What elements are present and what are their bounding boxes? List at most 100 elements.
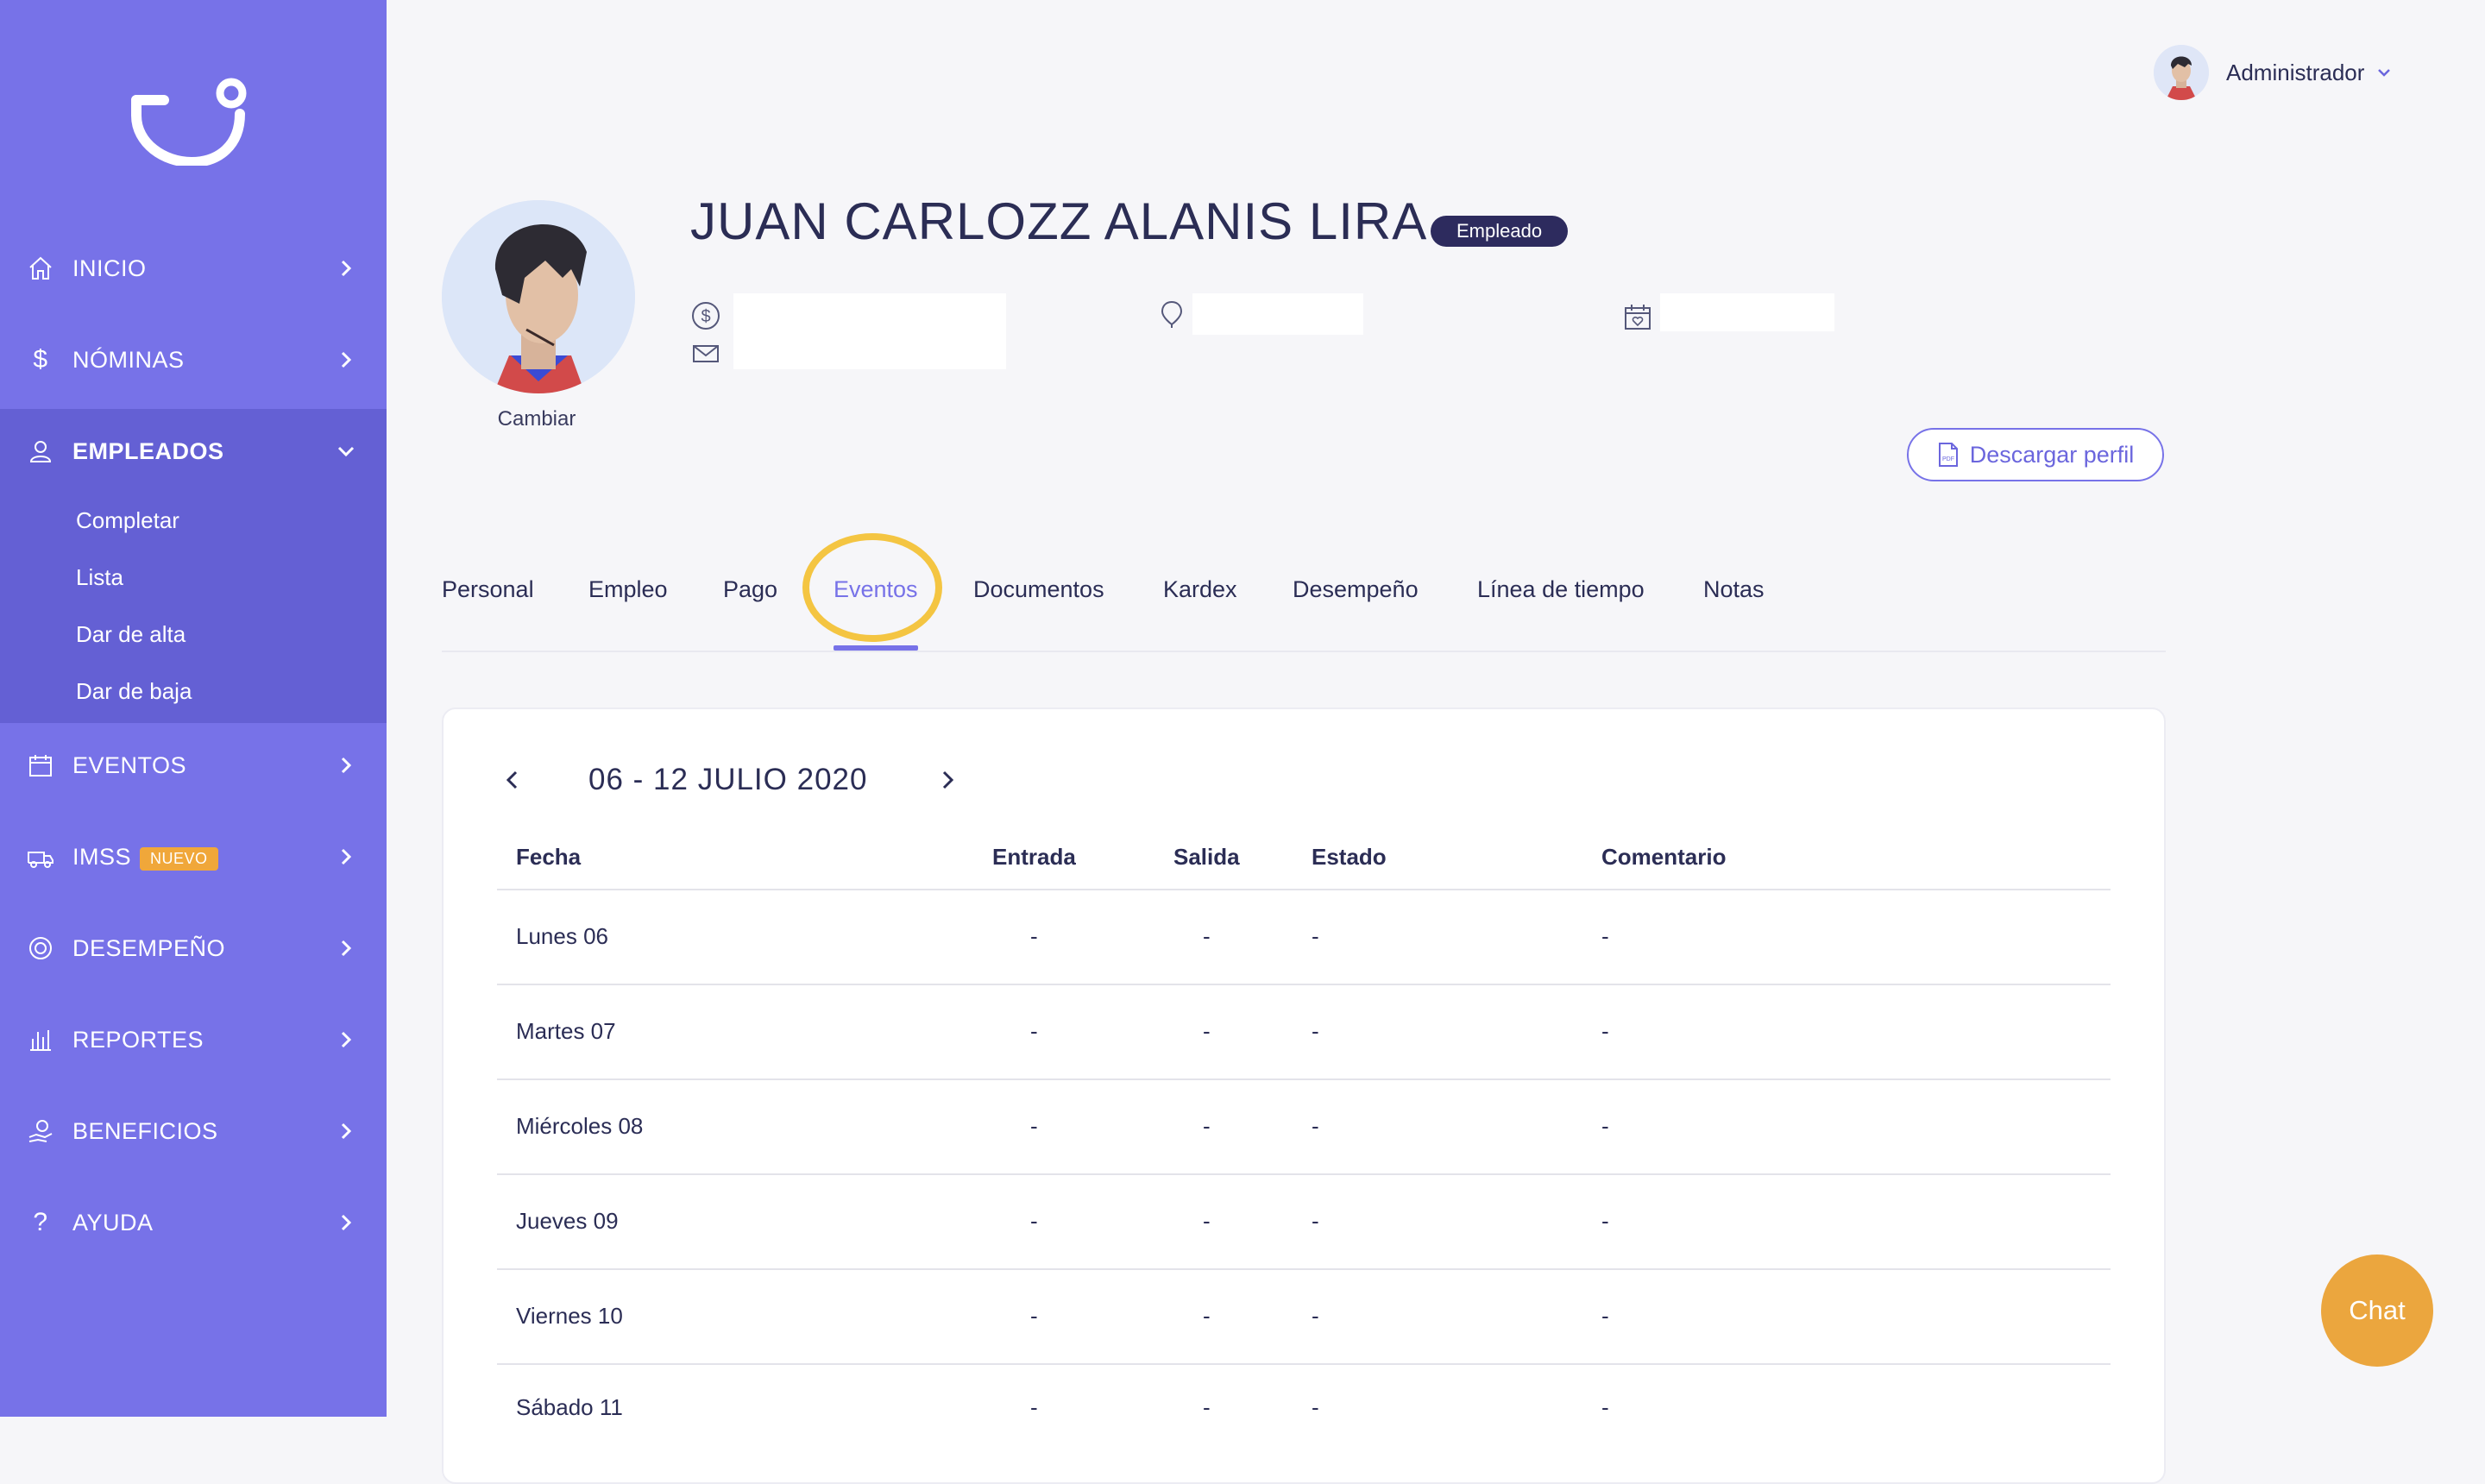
table-cell-salida: - <box>1203 1303 1211 1329</box>
sidebar-item-empleados[interactable]: EMPLEADOS <box>0 406 387 497</box>
table-cell-comentario: - <box>1601 1303 1609 1329</box>
week-range: 06 - 12 JULIO 2020 <box>588 763 868 796</box>
svg-text:$: $ <box>701 307 710 326</box>
table-cell-fecha: Martes 07 <box>516 1018 616 1044</box>
submenu-dar-de-baja[interactable]: Dar de baja <box>76 678 192 705</box>
user-menu[interactable]: Administrador <box>2154 43 2394 102</box>
chevron-right-icon <box>341 848 352 865</box>
dollar-icon: $ <box>33 345 48 374</box>
home-icon <box>26 254 55 283</box>
change-photo-link[interactable]: Cambiar <box>483 407 590 431</box>
submenu-completar[interactable]: Completar <box>76 507 179 534</box>
sidebar-item-desempeno[interactable]: DESEMPEÑO <box>0 902 387 994</box>
column-header-comentario: Comentario <box>1601 844 1727 870</box>
download-profile-button[interactable]: PDF Descargar perfil <box>1907 428 2164 481</box>
sidebar-item-label: EVENTOS <box>72 751 187 778</box>
header-divider <box>497 889 2111 890</box>
table-cell-salida: - <box>1203 1394 1211 1420</box>
sidebar-item-label: DESEMPEÑO <box>72 934 226 961</box>
tab-desempeno[interactable]: Desempeño <box>1293 576 1419 603</box>
sidebar-item-label: REPORTES <box>72 1026 204 1053</box>
sidebar-item-label: AYUDA <box>72 1209 154 1236</box>
sidebar-item-label: INICIO <box>72 255 147 281</box>
table-cell-fecha: Lunes 06 <box>516 923 608 949</box>
bar-chart-icon <box>26 1025 55 1054</box>
sidebar-item-eventos[interactable]: EVENTOS <box>0 720 387 811</box>
row-divider <box>497 1363 2111 1365</box>
table-cell-entrada: - <box>1030 1018 1038 1044</box>
tab-linea-de-tiempo[interactable]: Línea de tiempo <box>1477 576 1645 603</box>
column-header-estado: Estado <box>1312 844 1387 870</box>
tab-notas[interactable]: Notas <box>1703 576 1765 603</box>
new-badge: NUEVO <box>140 847 218 871</box>
sidebar-item-ayuda[interactable]: ? AYUDA <box>0 1177 387 1268</box>
sidebar-item-inicio[interactable]: INICIO <box>0 223 387 314</box>
table-cell-salida: - <box>1203 1208 1211 1234</box>
profile-avatar[interactable] <box>442 200 635 393</box>
chevron-right-icon <box>341 940 352 957</box>
table-cell-comentario: - <box>1601 1113 1609 1139</box>
tabs-divider <box>442 651 2166 652</box>
table-cell-fecha: Sábado 11 <box>516 1394 623 1420</box>
table-cell-estado: - <box>1312 1303 1319 1329</box>
chevron-right-icon <box>341 351 352 368</box>
logo-icon[interactable] <box>129 76 255 166</box>
table-cell-salida: - <box>1203 1113 1211 1139</box>
table-cell-entrada: - <box>1030 1394 1038 1420</box>
table-cell-entrada: - <box>1030 1303 1038 1329</box>
mail-icon <box>693 345 719 362</box>
help-icon: ? <box>33 1208 48 1236</box>
location-value <box>1192 293 1363 335</box>
column-header-salida: Salida <box>1173 844 1240 870</box>
table-cell-salida: - <box>1203 923 1211 949</box>
next-week-button[interactable] <box>935 768 959 792</box>
column-header-entrada: Entrada <box>992 844 1076 870</box>
chat-button[interactable]: Chat <box>2321 1254 2433 1367</box>
tab-empleo[interactable]: Empleo <box>588 576 668 603</box>
chevron-right-icon <box>341 1122 352 1140</box>
submenu-dar-de-alta[interactable]: Dar de alta <box>76 621 186 648</box>
sidebar-item-label: EMPLEADOS <box>72 437 224 464</box>
sidebar-item-nominas[interactable]: $ NÓMINAS <box>0 314 387 406</box>
sidebar-item-label: BENEFICIOS <box>72 1117 218 1144</box>
tab-documentos[interactable]: Documentos <box>973 576 1104 603</box>
location-pin-icon <box>1161 300 1183 328</box>
birthday-value <box>1660 293 1834 331</box>
submenu-lista[interactable]: Lista <box>76 564 123 591</box>
tab-kardex[interactable]: Kardex <box>1163 576 1237 603</box>
benefits-icon <box>26 1116 55 1146</box>
avatar <box>2154 45 2209 100</box>
table-cell-entrada: - <box>1030 1208 1038 1234</box>
svg-text:PDF: PDF <box>1942 456 1954 462</box>
calendar-icon <box>26 751 55 780</box>
table-cell-estado: - <box>1312 1113 1319 1139</box>
chevron-right-icon <box>341 1031 352 1048</box>
table-cell-estado: - <box>1312 1208 1319 1234</box>
sidebar-item-beneficios[interactable]: BENEFICIOS <box>0 1085 387 1177</box>
highlight-annotation <box>802 533 942 642</box>
table-cell-entrada: - <box>1030 923 1038 949</box>
row-divider <box>497 1173 2111 1175</box>
table-cell-salida: - <box>1203 1018 1211 1044</box>
ambulance-icon <box>26 842 55 871</box>
chevron-right-icon <box>341 757 352 774</box>
table-cell-fecha: Miércoles 08 <box>516 1113 644 1139</box>
download-profile-label: Descargar perfil <box>1969 441 2135 468</box>
user-icon <box>26 437 55 466</box>
sidebar-item-reportes[interactable]: REPORTES <box>0 994 387 1085</box>
tab-personal[interactable]: Personal <box>442 576 534 603</box>
table-cell-comentario: - <box>1601 1394 1609 1420</box>
chevron-down-icon <box>2378 69 2391 77</box>
table-cell-comentario: - <box>1601 1208 1609 1234</box>
chevron-right-icon <box>341 260 352 277</box>
salary-email-value <box>733 293 1006 369</box>
previous-week-button[interactable] <box>500 768 525 792</box>
sidebar-item-label: IMSS <box>72 843 132 870</box>
tab-pago[interactable]: Pago <box>723 576 777 603</box>
table-cell-estado: - <box>1312 1018 1319 1044</box>
events-card <box>442 707 2166 1484</box>
dollar-circle-icon: $ <box>692 302 720 330</box>
active-tab-indicator <box>834 645 918 651</box>
calendar-heart-icon <box>1625 305 1651 330</box>
user-name: Administrador <box>2226 59 2365 85</box>
